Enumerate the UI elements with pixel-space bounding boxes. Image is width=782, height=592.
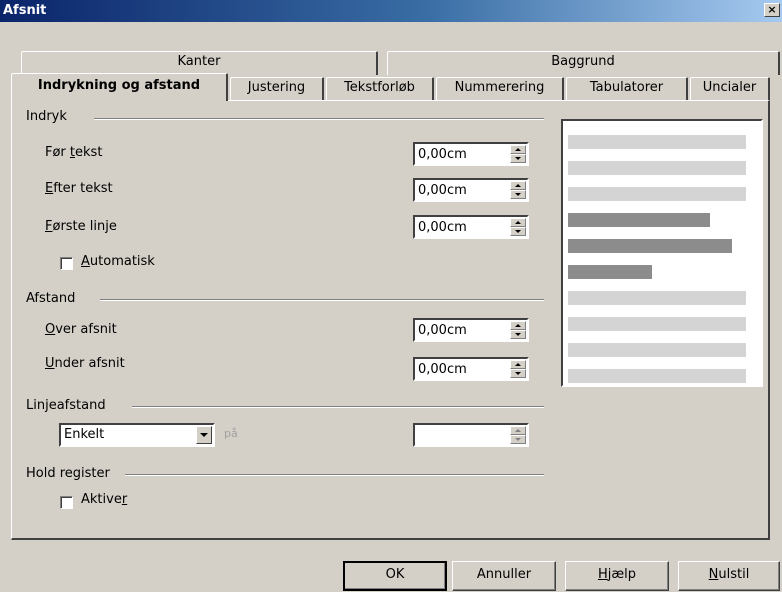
tab-nummerering[interactable]: Nummerering: [436, 77, 564, 101]
tab-kanter[interactable]: Kanter: [21, 51, 378, 75]
ok-button[interactable]: OK: [343, 561, 447, 591]
tab-tekstforloeb[interactable]: Tekstforløb: [326, 77, 434, 101]
tab-baggrund[interactable]: Baggrund: [387, 51, 780, 75]
title-bar: Afsnit ×: [0, 0, 782, 22]
cancel-button[interactable]: Annuller: [452, 561, 556, 591]
reset-button[interactable]: Nulstil: [678, 561, 780, 591]
tab-panel: [11, 100, 770, 540]
close-icon: ×: [767, 3, 777, 16]
tab-indrykning-og-afstand[interactable]: Indrykning og afstand: [11, 73, 228, 101]
tab-justering[interactable]: Justering: [230, 77, 324, 101]
tab-tabulatorer[interactable]: Tabulatorer: [566, 77, 688, 101]
window-title: Afsnit: [3, 3, 47, 18]
close-button[interactable]: ×: [764, 3, 780, 17]
help-button[interactable]: Hjælp: [565, 561, 669, 591]
tab-uncialer[interactable]: Uncialer: [690, 77, 770, 101]
